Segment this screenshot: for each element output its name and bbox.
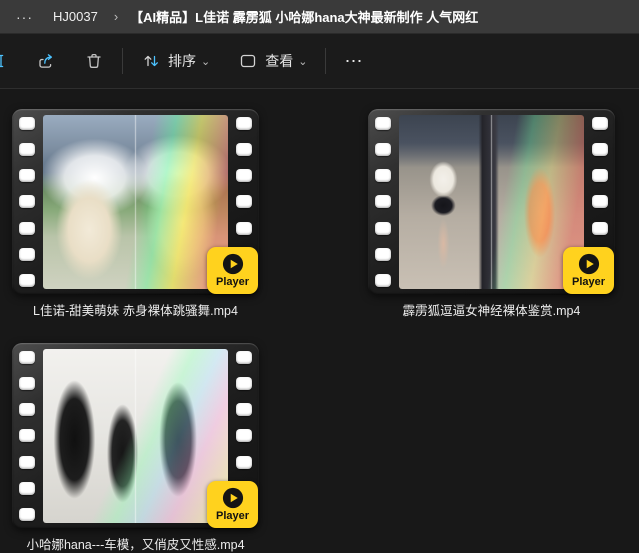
chevron-down-icon: ⌄ (201, 55, 210, 68)
player-badge: Player (563, 247, 614, 294)
rename-button[interactable] (0, 43, 18, 79)
file-name[interactable]: 小哈娜hana---车模，又俏皮又性感.mp4 (12, 534, 259, 553)
share-icon (36, 51, 56, 71)
file-grid: Player L佳诺-甜美萌妹 赤身裸体跳骚舞.mp4 Player 霹雳狐逗逼… (0, 89, 639, 553)
player-badge-label: Player (572, 276, 605, 288)
filmstrip-holes (375, 117, 391, 287)
breadcrumb-current-folder[interactable]: 【AI精品】L佳诺 霹雳狐 小哈娜hana大神最新制作 人气网红 (126, 4, 482, 29)
breadcrumb-chevron-icon: › (112, 9, 120, 24)
breadcrumb-overflow-button[interactable]: ··· (10, 7, 39, 27)
video-file-item[interactable]: Player L佳诺-甜美萌妹 赤身裸体跳骚舞.mp4 (12, 109, 259, 319)
breadcrumb-bar: ··· HJ0037 › 【AI精品】L佳诺 霹雳狐 小哈娜hana大神最新制作… (0, 0, 639, 34)
filmstrip-holes (19, 117, 35, 287)
player-badge: Player (207, 481, 258, 528)
video-file-item[interactable]: Player 小哈娜hana---车模，又俏皮又性感.mp4 (12, 343, 259, 553)
share-button[interactable] (26, 43, 66, 79)
view-button[interactable]: 查看 ⌄ (228, 43, 317, 79)
play-icon (222, 487, 244, 509)
player-badge: Player (207, 247, 258, 294)
toolbar-divider (122, 48, 123, 74)
thumbnail-image (43, 349, 228, 523)
command-bar: 排序 ⌄ 查看 ⌄ ⋯ (0, 34, 639, 89)
file-name[interactable]: 霹雳狐逗逼女神经裸体鉴赏.mp4 (368, 300, 615, 319)
delete-button[interactable] (74, 43, 114, 79)
filmstrip-holes (19, 351, 35, 521)
video-thumbnail[interactable]: Player (12, 109, 259, 295)
player-badge-label: Player (216, 510, 249, 522)
play-icon (222, 253, 244, 275)
more-icon: ⋯ (344, 51, 364, 72)
toolbar-divider (325, 48, 326, 74)
breadcrumb-folder[interactable]: HJ0037 (45, 6, 106, 27)
sort-icon (141, 51, 161, 71)
file-explorer-window: { "breadcrumb": { "folder": "HJ0037", "c… (0, 0, 639, 553)
more-options-button[interactable]: ⋯ (334, 43, 374, 79)
sort-button-label: 排序 (168, 51, 196, 71)
video-thumbnail[interactable]: Player (12, 343, 259, 529)
play-icon (578, 253, 600, 275)
thumbnail-image (43, 115, 228, 289)
thumbnail-image (399, 115, 584, 289)
video-file-item[interactable]: Player 霹雳狐逗逼女神经裸体鉴赏.mp4 (368, 109, 615, 319)
rename-icon (0, 51, 8, 71)
file-name[interactable]: L佳诺-甜美萌妹 赤身裸体跳骚舞.mp4 (12, 300, 259, 319)
player-badge-label: Player (216, 276, 249, 288)
trash-icon (84, 51, 104, 71)
view-button-label: 查看 (265, 51, 293, 71)
sort-button[interactable]: 排序 ⌄ (131, 43, 220, 79)
view-icon (238, 51, 258, 71)
video-thumbnail[interactable]: Player (368, 109, 615, 295)
chevron-down-icon: ⌄ (298, 55, 307, 68)
